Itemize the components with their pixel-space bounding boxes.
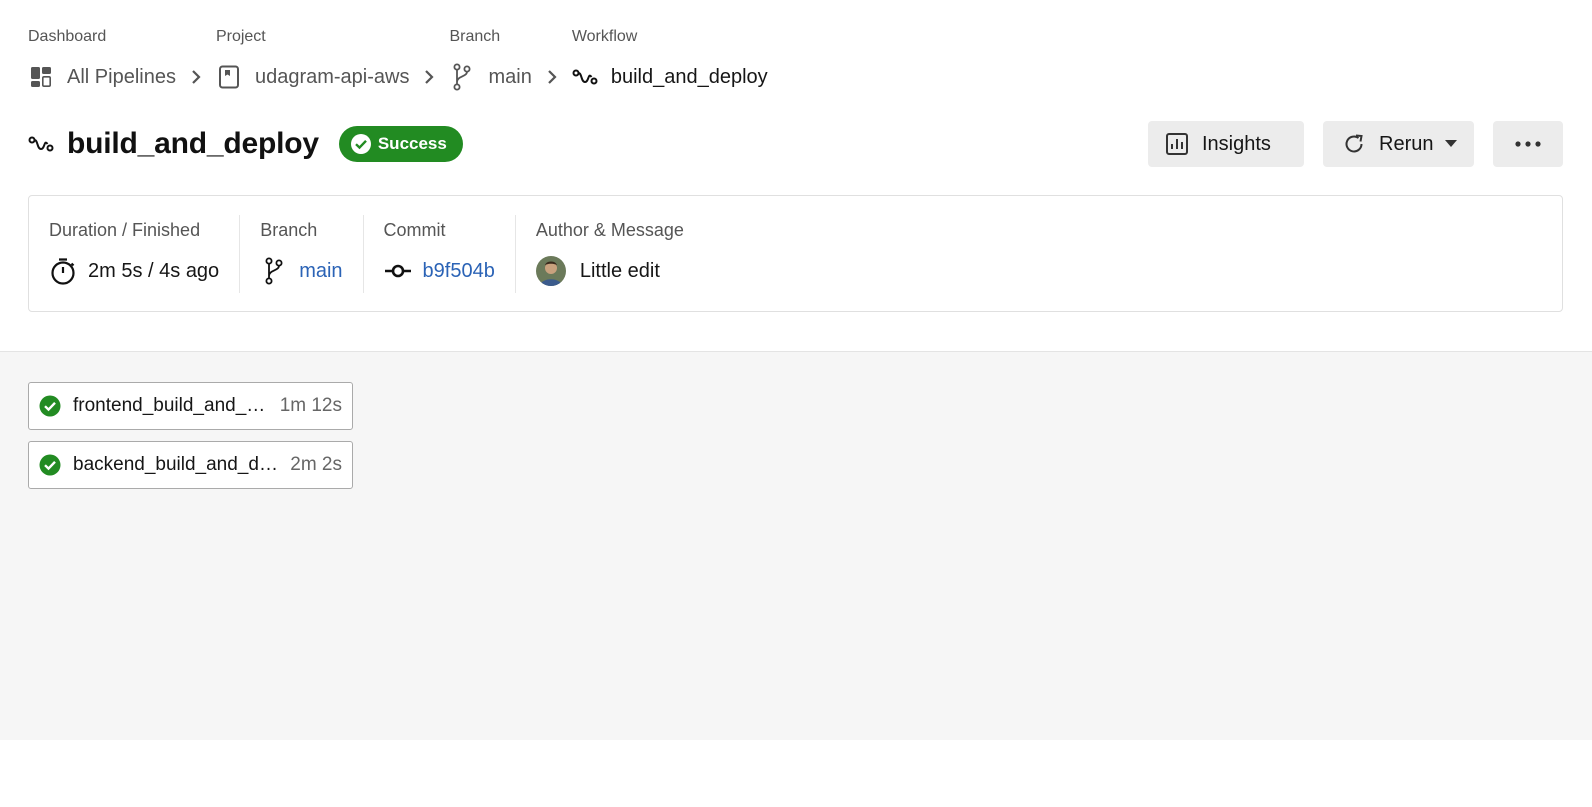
breadcrumb-branch: Branch main (449, 26, 532, 91)
status-badge: Success (338, 126, 463, 162)
chevron-right-icon (532, 64, 572, 90)
breadcrumb-value: All Pipelines (67, 65, 176, 88)
avatar[interactable] (535, 256, 566, 286)
commit-icon (384, 257, 412, 285)
breadcrumb-label: Workflow (571, 28, 638, 45)
author-value-row: Little edit (535, 256, 684, 286)
check-circle-icon (350, 133, 372, 155)
project-icon (216, 64, 242, 90)
job-name: backend_build_and_deploy (73, 454, 287, 475)
commit-column: Commit b9f504b (364, 215, 516, 293)
chevron-right-icon (409, 64, 449, 90)
workflow-icon (28, 131, 54, 157)
breadcrumb-value: udagram-api-aws (254, 65, 410, 88)
breadcrumb-link-all-pipelines[interactable]: All Pipelines (28, 64, 176, 90)
duration-value-row: 2m 5s / 4s ago (49, 256, 219, 286)
caret-down-icon (1445, 140, 1458, 148)
header-actions: Insights Rerun (1148, 121, 1563, 167)
success-check-icon (39, 395, 61, 417)
breadcrumb-dashboard: Dashboard All Pipelines (28, 26, 176, 90)
job-item[interactable]: frontend_build_and_deploy 1m 12s (28, 382, 353, 430)
workflow-info-card: Duration / Finished 2m 5s / 4s ago Branc… (28, 195, 1563, 312)
jobs-panel: frontend_build_and_deploy 1m 12s backend… (0, 351, 1592, 740)
dashboard-icon (28, 64, 54, 90)
workflow-header: build_and_deploy Success (28, 124, 463, 164)
branch-column: Branch main (240, 215, 364, 293)
breadcrumb-value: main (488, 65, 532, 88)
status-text: Success (377, 134, 447, 153)
breadcrumb-label: Dashboard (28, 28, 107, 45)
breadcrumb-link-project[interactable]: udagram-api-aws (216, 64, 410, 90)
breadcrumb-label: Project (215, 28, 266, 45)
success-check-icon (39, 454, 61, 476)
branch-value-row: main (260, 256, 343, 286)
job-duration: 1m 12s (279, 395, 342, 416)
page-title: build_and_deploy (67, 127, 319, 160)
breadcrumb-link-workflow[interactable]: build_and_deploy (572, 64, 768, 90)
more-horizontal-icon (1515, 141, 1541, 147)
breadcrumb-project: Project udagram-api-aws (215, 26, 410, 90)
insights-label: Insights (1202, 132, 1271, 155)
author-column: Author & Message Little edit (516, 215, 704, 293)
commit-label: Commit (383, 220, 446, 240)
chevron-right-icon (176, 64, 216, 90)
job-duration: 2m 2s (290, 454, 342, 475)
workflow-icon (572, 64, 598, 90)
commit-message: Little edit (579, 259, 660, 282)
breadcrumb-workflow: Workflow build_and_deploy (572, 26, 768, 90)
stopwatch-icon (49, 257, 77, 285)
commit-value-row: b9f504b (384, 256, 495, 286)
refresh-icon (1341, 131, 1367, 157)
branch-label: Branch (260, 220, 318, 240)
breadcrumb-value: build_and_deploy (610, 65, 768, 88)
duration-value: 2m 5s / 4s ago (88, 259, 220, 282)
insights-button[interactable]: Insights (1148, 121, 1304, 167)
branch-icon (260, 257, 288, 285)
rerun-label: Rerun (1379, 132, 1434, 155)
more-options-button[interactable] (1493, 121, 1563, 167)
bar-chart-icon (1164, 131, 1190, 157)
branch-link[interactable]: main (299, 260, 342, 283)
breadcrumb: Dashboard All Pipelines Project udagram-… (28, 26, 768, 91)
job-item[interactable]: backend_build_and_deploy 2m 2s (28, 441, 353, 489)
job-name: frontend_build_and_deploy (73, 395, 276, 416)
breadcrumb-link-branch[interactable]: main (449, 63, 532, 91)
branch-icon (449, 63, 475, 91)
breadcrumb-label: Branch (449, 28, 501, 45)
commit-link[interactable]: b9f504b (423, 260, 495, 283)
author-label: Author & Message (535, 220, 684, 240)
rerun-button[interactable]: Rerun (1323, 121, 1474, 167)
duration-label: Duration / Finished (49, 220, 201, 240)
duration-column: Duration / Finished 2m 5s / 4s ago (29, 215, 241, 293)
